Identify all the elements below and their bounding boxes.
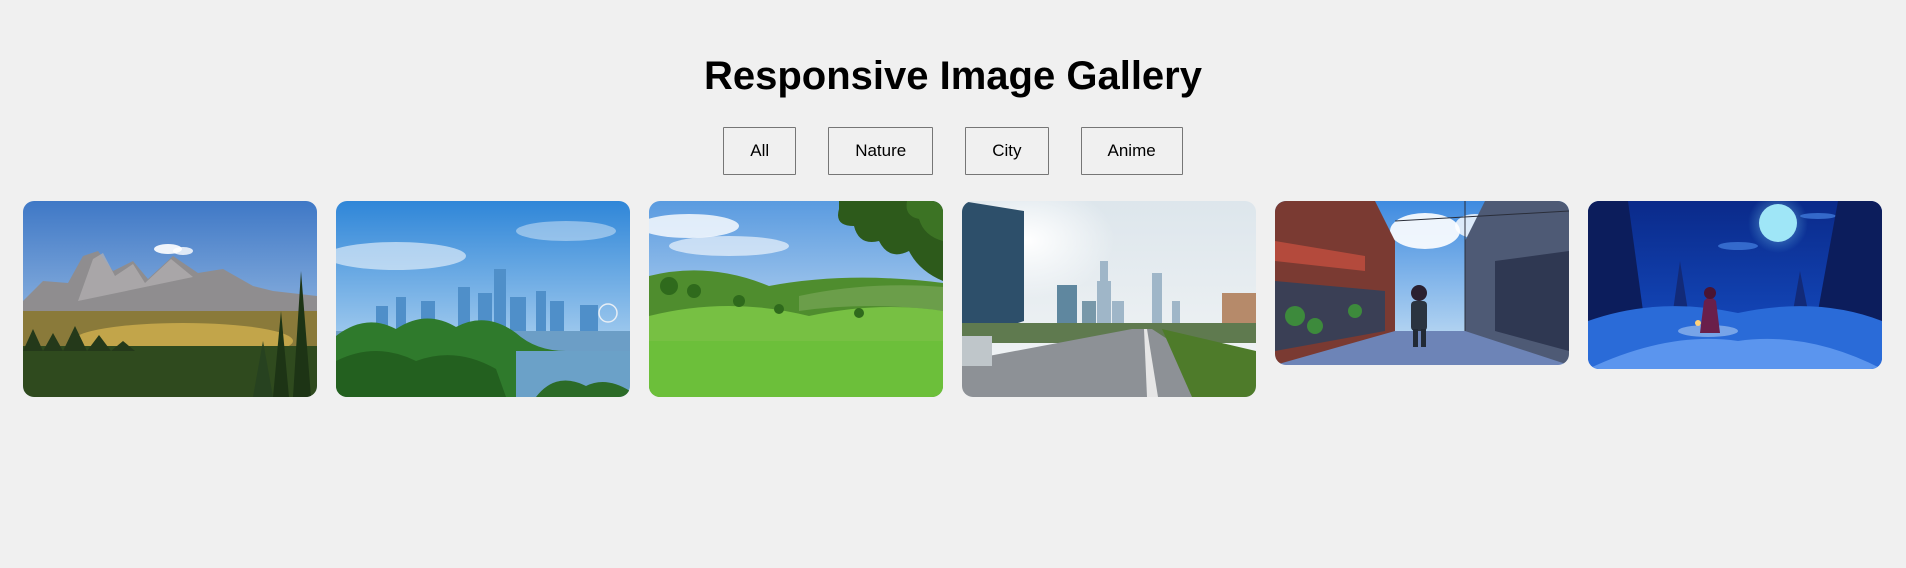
anime-moon-night-image xyxy=(1588,201,1882,369)
gallery-page: Responsive Image Gallery All Nature City… xyxy=(0,0,1906,568)
filter-city-button[interactable]: City xyxy=(965,127,1049,175)
mountain-forest-image xyxy=(23,201,317,397)
gallery-item[interactable] xyxy=(1275,201,1569,365)
filter-bar: All Nature City Anime xyxy=(0,127,1906,175)
page-title: Responsive Image Gallery xyxy=(703,54,1202,98)
gallery-item[interactable] xyxy=(336,201,630,397)
filter-all-button[interactable]: All xyxy=(723,127,797,175)
gallery-item[interactable] xyxy=(23,201,317,397)
gallery-item[interactable] xyxy=(1588,201,1882,369)
green-meadow-image xyxy=(649,201,943,397)
anime-street-image xyxy=(1275,201,1569,365)
city-road-image xyxy=(962,201,1256,397)
image-gallery xyxy=(23,201,1882,397)
gallery-item[interactable] xyxy=(649,201,943,397)
skyline-park-image xyxy=(336,201,630,397)
filter-nature-button[interactable]: Nature xyxy=(828,127,934,175)
filter-anime-button[interactable]: Anime xyxy=(1080,127,1183,175)
gallery-item[interactable] xyxy=(962,201,1256,397)
